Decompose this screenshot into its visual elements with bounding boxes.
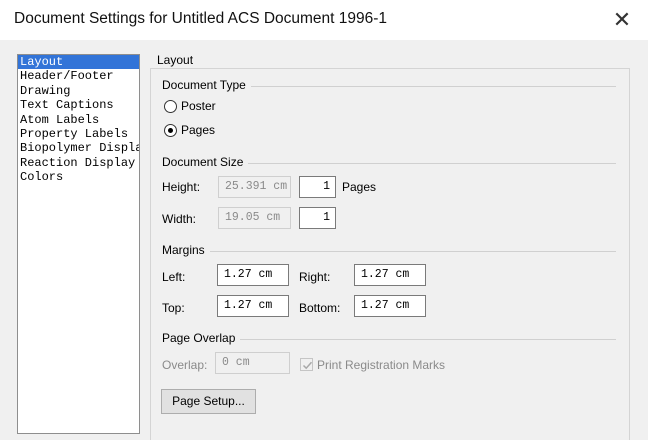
settings-category-list[interactable]: Layout Header/Footer Drawing Text Captio… [17, 54, 140, 434]
print-registration-marks-checkbox [300, 358, 313, 371]
radio-pages[interactable] [164, 124, 177, 137]
radio-poster-label[interactable]: Poster [181, 99, 216, 113]
nav-item-reaction-display[interactable]: Reaction Display [18, 156, 139, 170]
overlap-field: 0 cm [215, 352, 290, 374]
close-icon[interactable]: ✕ [605, 4, 639, 36]
title-bar: Document Settings for Untitled ACS Docum… [0, 0, 648, 40]
width-field: 19.05 cm [218, 207, 291, 229]
margin-left-label: Left: [162, 270, 186, 284]
radio-poster[interactable] [164, 100, 177, 113]
nav-item-colors[interactable]: Colors [18, 170, 139, 184]
group-title-margins: Margins [162, 243, 210, 257]
overlap-label: Overlap: [162, 358, 208, 372]
margin-top-field[interactable]: 1.27 cm [217, 295, 289, 317]
width-label: Width: [162, 212, 197, 226]
nav-item-biopolymer-display[interactable]: Biopolymer Displa [18, 141, 139, 155]
window-title: Document Settings for Untitled ACS Docum… [14, 10, 388, 27]
checkmark-icon [302, 361, 313, 370]
group-title-document-type: Document Type [162, 78, 251, 92]
margin-bottom-label: Bottom: [299, 301, 341, 315]
margin-right-field[interactable]: 1.27 cm [354, 264, 426, 286]
width-pages-field[interactable]: 1 [299, 207, 336, 229]
print-registration-marks-label: Print Registration Marks [317, 358, 446, 372]
group-divider [162, 251, 616, 252]
nav-item-text-captions[interactable]: Text Captions [18, 98, 139, 112]
section-title: Layout [157, 53, 194, 67]
pages-label: Pages [342, 180, 377, 194]
height-field: 25.391 cm [218, 176, 291, 198]
height-label: Height: [162, 180, 201, 194]
margin-top-label: Top: [162, 301, 185, 315]
height-pages-field[interactable]: 1 [299, 176, 336, 198]
nav-item-drawing[interactable]: Drawing [18, 84, 139, 98]
margin-right-label: Right: [299, 270, 331, 284]
group-title-page-overlap: Page Overlap [162, 331, 241, 345]
page-setup-button[interactable]: Page Setup... [161, 389, 256, 414]
layout-panel [150, 68, 630, 440]
nav-item-atom-labels[interactable]: Atom Labels [18, 113, 139, 127]
nav-item-header-footer[interactable]: Header/Footer [18, 69, 139, 83]
margin-bottom-field[interactable]: 1.27 cm [354, 295, 426, 317]
nav-item-property-labels[interactable]: Property Labels [18, 127, 139, 141]
nav-item-layout[interactable]: Layout [18, 55, 139, 70]
radio-pages-label[interactable]: Pages [181, 123, 215, 137]
margin-left-field[interactable]: 1.27 cm [217, 264, 289, 286]
group-title-document-size: Document Size [162, 155, 249, 169]
